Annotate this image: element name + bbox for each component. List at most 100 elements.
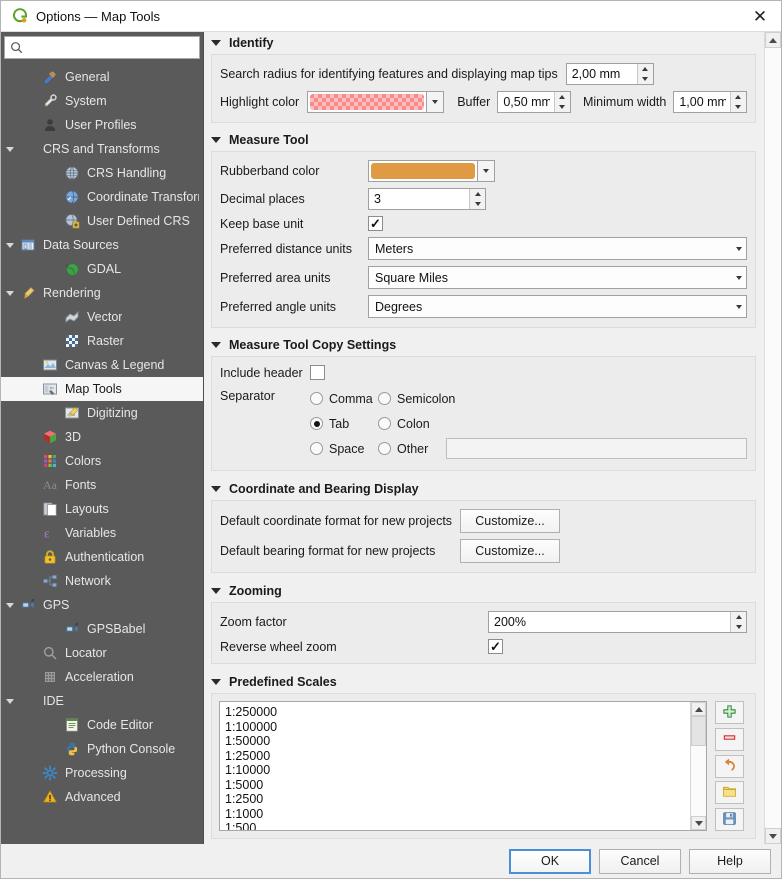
highlight-color-swatch[interactable]	[307, 91, 428, 113]
sidebar-item-colors[interactable]: Colors	[1, 449, 203, 473]
separator-option-semicolon[interactable]: Semicolon	[378, 392, 469, 406]
spin-buttons[interactable]	[729, 92, 746, 112]
scale-list-item[interactable]: 1:10000	[225, 763, 690, 778]
sidebar-item-network[interactable]: Network	[1, 569, 203, 593]
spin-up-icon[interactable]	[638, 64, 653, 74]
preferred-angle-units-combo[interactable]: Degrees	[368, 295, 747, 318]
radio-button[interactable]	[378, 392, 391, 405]
reset-scales-button[interactable]	[715, 754, 744, 778]
radio-button[interactable]	[378, 442, 391, 455]
scales-list-items[interactable]: 1:250000 1:100000 1:50000 1:25000 1:10000 1:5…	[220, 702, 690, 830]
search-input[interactable]	[27, 39, 194, 56]
sidebar-item-crs-and-transforms[interactable]: CRS and Transforms	[1, 137, 203, 161]
sidebar-item-python-console[interactable]: Python Console	[1, 737, 203, 761]
scale-list-item[interactable]: 1:100000	[225, 720, 690, 735]
sidebar-item-raster[interactable]: Raster	[1, 329, 203, 353]
sidebar-item-acceleration[interactable]: Acceleration	[1, 665, 203, 689]
scroll-down-button[interactable]	[691, 816, 706, 830]
sidebar-item-user-profiles[interactable]: User Profiles	[1, 113, 203, 137]
separator-option-other[interactable]: Other	[378, 442, 442, 456]
spin-down-icon[interactable]	[731, 622, 746, 632]
ok-button[interactable]: OK	[509, 848, 591, 874]
buffer-spinbox[interactable]	[497, 91, 571, 113]
export-scales-button[interactable]	[715, 808, 744, 831]
sidebar-item-gpsbabel[interactable]: GPSBabel	[1, 617, 203, 641]
highlight-color-dropdown[interactable]	[427, 91, 445, 113]
spin-up-icon[interactable]	[731, 92, 746, 102]
expand-triangle-icon[interactable]	[1, 290, 19, 296]
preferred-area-units-combo[interactable]: Square Miles	[368, 266, 747, 289]
sidebar-item-gps[interactable]: GPS	[1, 593, 203, 617]
sidebar-item-code-editor[interactable]: Code Editor	[1, 713, 203, 737]
spin-buttons[interactable]	[553, 92, 570, 112]
spin-down-icon[interactable]	[470, 199, 485, 209]
spin-up-icon[interactable]	[555, 92, 570, 102]
zoom-factor-input[interactable]	[489, 612, 730, 632]
radio-button[interactable]	[310, 392, 323, 405]
sidebar-item-canvas-legend[interactable]: Canvas & Legend	[1, 353, 203, 377]
spin-up-icon[interactable]	[731, 612, 746, 622]
rubberband-color-button[interactable]	[368, 160, 495, 182]
scale-list-item[interactable]: 1:5000	[225, 778, 690, 793]
spin-buttons[interactable]	[730, 612, 746, 632]
buffer-input[interactable]	[498, 92, 554, 112]
close-icon[interactable]: ✕	[747, 4, 773, 28]
minimum-width-input[interactable]	[674, 92, 730, 112]
sidebar-item-variables[interactable]: ε Variables	[1, 521, 203, 545]
customize-coordinate-format-button[interactable]: Customize...	[460, 509, 560, 533]
section-predefined-scales-header[interactable]: Predefined Scales	[204, 671, 764, 693]
section-measure-tool-header[interactable]: Measure Tool	[204, 129, 764, 151]
decimal-places-input[interactable]	[369, 189, 469, 209]
separator-option-colon[interactable]: Colon	[378, 417, 444, 431]
preferred-distance-units-combo[interactable]: Meters	[368, 237, 747, 260]
reverse-wheel-zoom-checkbox[interactable]: ✓	[488, 639, 503, 654]
sidebar-item-authentication[interactable]: Authentication	[1, 545, 203, 569]
scale-list-item[interactable]: 1:50000	[225, 734, 690, 749]
search-radius-spinbox[interactable]	[565, 63, 654, 85]
section-identify-header[interactable]: Identify	[204, 32, 764, 54]
sidebar-item-layouts[interactable]: Layouts	[1, 497, 203, 521]
search-radius-input[interactable]	[566, 64, 637, 84]
spin-down-icon[interactable]	[555, 102, 570, 112]
scales-list[interactable]: 1:250000 1:100000 1:50000 1:25000 1:10000 1:5…	[219, 701, 707, 831]
scale-list-item[interactable]: 1:25000	[225, 749, 690, 764]
sidebar-item-system[interactable]: System	[1, 89, 203, 113]
sidebar-item-processing[interactable]: Processing	[1, 761, 203, 785]
spin-up-icon[interactable]	[470, 189, 485, 199]
sidebar-item-general[interactable]: General	[1, 65, 203, 89]
sidebar-item-gdal[interactable]: GDAL	[1, 257, 203, 281]
section-copy-settings-header[interactable]: Measure Tool Copy Settings	[204, 334, 764, 356]
sidebar-item-crs-handling[interactable]: CRS Handling	[1, 161, 203, 185]
sidebar-item-vector[interactable]: Vector	[1, 305, 203, 329]
panel-scroll-down-button[interactable]	[765, 828, 781, 844]
radio-button[interactable]	[310, 442, 323, 455]
customize-bearing-format-button[interactable]: Customize...	[460, 539, 560, 563]
panel-scroll-up-button[interactable]	[765, 32, 781, 48]
panel-scrollbar[interactable]	[764, 32, 781, 844]
scale-list-item[interactable]: 1:500	[225, 821, 690, 830]
expand-triangle-icon[interactable]	[1, 698, 19, 704]
add-scale-button[interactable]	[715, 701, 744, 724]
include-header-checkbox[interactable]	[310, 365, 325, 380]
sidebar-item-coordinate-transforms[interactable]: Coordinate Transforms	[1, 185, 203, 209]
settings-nav-tree[interactable]: General System User Profiles CRS and Transf…	[1, 64, 203, 844]
sidebar-item-data-sources[interactable]: Data Sources	[1, 233, 203, 257]
search-box[interactable]	[4, 36, 200, 59]
zoom-factor-spinbox[interactable]	[488, 611, 747, 633]
separator-option-comma[interactable]: Comma	[310, 392, 378, 406]
sidebar-item-ide[interactable]: IDE	[1, 689, 203, 713]
panel-scrollbar-track[interactable]	[765, 48, 781, 828]
highlight-color-button[interactable]	[307, 91, 445, 113]
radio-button[interactable]	[378, 417, 391, 430]
decimal-places-spinbox[interactable]	[368, 188, 486, 210]
scale-list-item[interactable]: 1:1000	[225, 807, 690, 822]
sidebar-item-3d[interactable]: 3D	[1, 425, 203, 449]
radio-button[interactable]	[310, 417, 323, 430]
scale-list-item[interactable]: 1:250000	[225, 705, 690, 720]
scrollbar-track[interactable]	[691, 746, 706, 816]
minimum-width-spinbox[interactable]	[673, 91, 747, 113]
help-button[interactable]: Help	[689, 848, 771, 874]
expand-triangle-icon[interactable]	[1, 146, 19, 152]
scale-list-item[interactable]: 1:2500	[225, 792, 690, 807]
sidebar-item-map-tools[interactable]: Map Tools	[1, 377, 203, 401]
